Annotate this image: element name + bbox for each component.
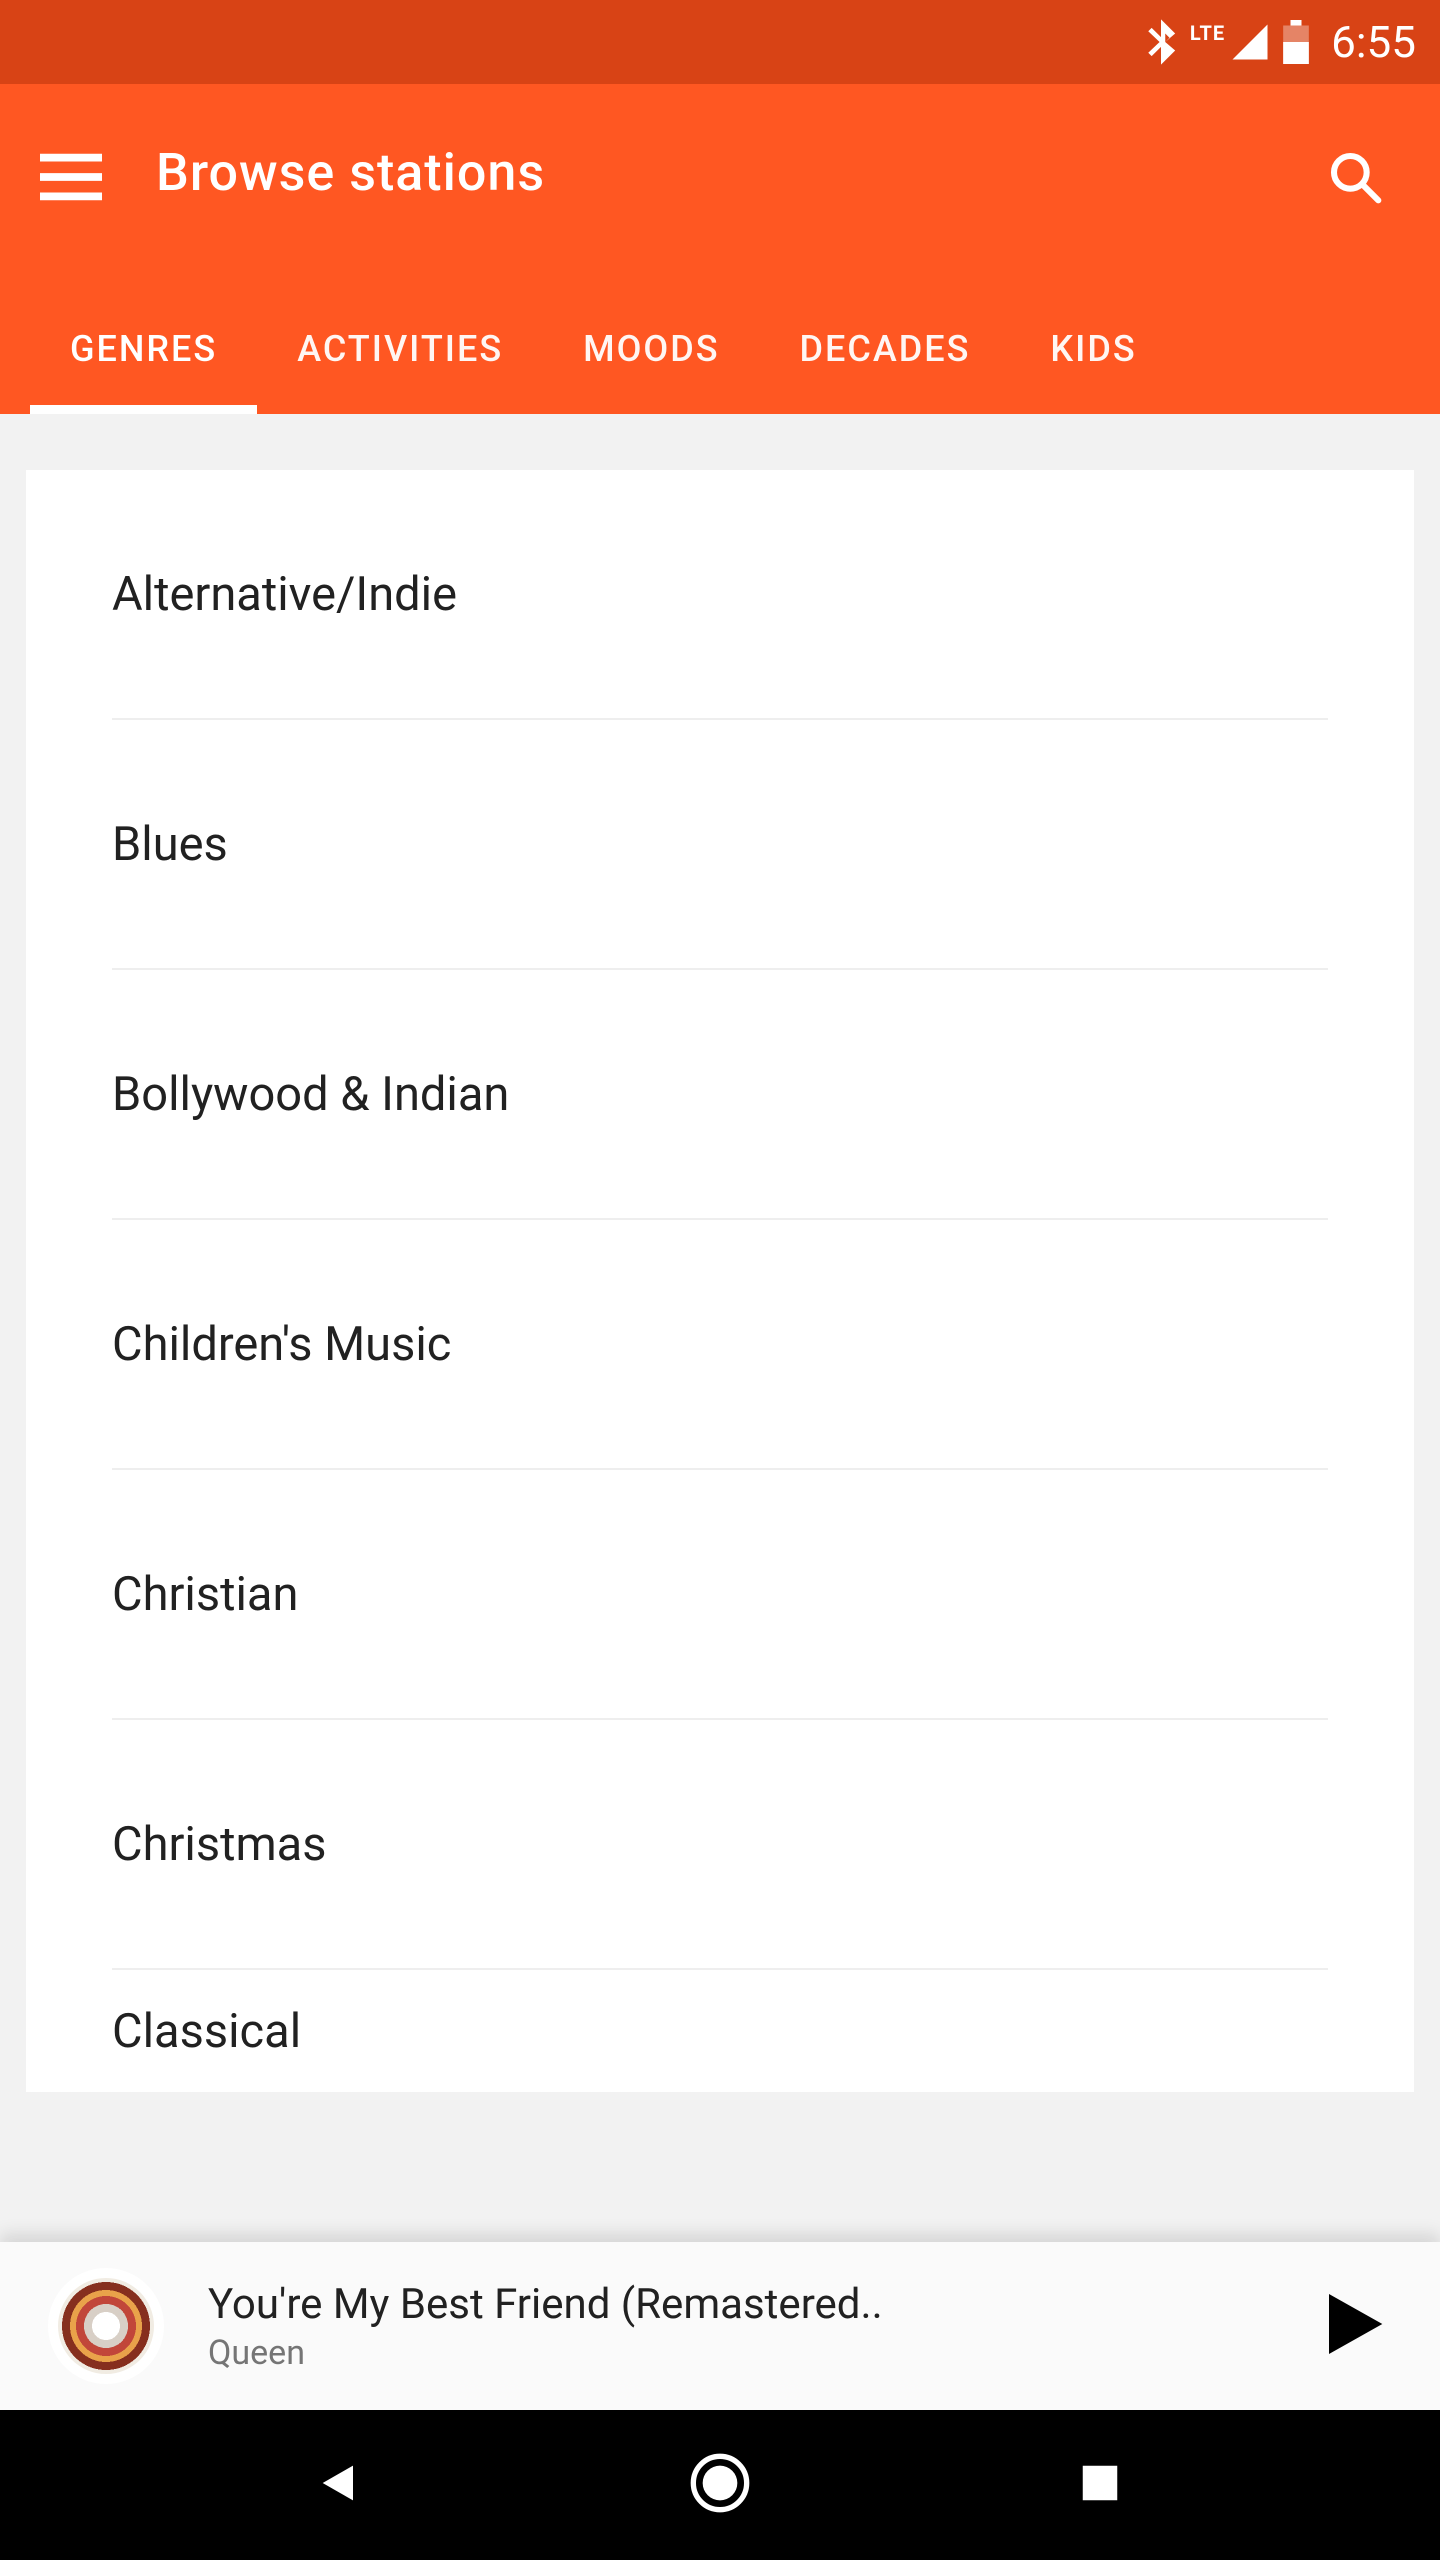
menu-button[interactable] bbox=[40, 134, 130, 224]
status-bar-right: LTE 6:55 bbox=[1144, 16, 1416, 68]
list-item-label: Christmas bbox=[112, 1817, 327, 1872]
list-item[interactable]: Christian bbox=[112, 1470, 1328, 1720]
tab-genres[interactable]: GENRES bbox=[30, 284, 257, 414]
system-nav-bar bbox=[0, 2410, 1440, 2560]
tab-decades[interactable]: DECADES bbox=[760, 284, 1011, 414]
back-icon bbox=[314, 2457, 366, 2513]
tab-moods[interactable]: MOODS bbox=[543, 284, 759, 414]
list-item-label: Classical bbox=[112, 2004, 301, 2059]
back-button[interactable] bbox=[300, 2445, 380, 2525]
list-item-label: Bollywood & Indian bbox=[112, 1067, 509, 1122]
tab-label: DECADES bbox=[800, 328, 971, 370]
album-art bbox=[48, 2268, 164, 2384]
list-item-label: Blues bbox=[112, 817, 228, 872]
list-item[interactable]: Alternative/Indie bbox=[112, 470, 1328, 720]
tab-label: MOODS bbox=[583, 328, 719, 370]
tabs: GENRES ACTIVITIES MOODS DECADES KIDS bbox=[0, 284, 1440, 414]
play-icon bbox=[1309, 2284, 1389, 2368]
app-bar-main: Browse stations bbox=[0, 84, 1440, 284]
list-item[interactable]: Classical bbox=[112, 1970, 1328, 2092]
now-playing-artist: Queen bbox=[208, 2333, 1274, 2373]
bluetooth-icon bbox=[1144, 19, 1178, 65]
network-label: LTE bbox=[1190, 21, 1225, 45]
tab-activities[interactable]: ACTIVITIES bbox=[257, 284, 543, 414]
content-area[interactable]: Alternative/Indie Blues Bollywood & Indi… bbox=[0, 414, 1440, 2242]
tab-kids[interactable]: KIDS bbox=[1010, 284, 1176, 414]
tab-label: ACTIVITIES bbox=[297, 328, 503, 370]
list-item-label: Christian bbox=[112, 1567, 298, 1622]
now-playing-bar[interactable]: You're My Best Friend (Remastered.. Quee… bbox=[0, 2242, 1440, 2410]
app-bar: Browse stations GENRES ACTIVITIES MOODS … bbox=[0, 84, 1440, 414]
list-item[interactable]: Bollywood & Indian bbox=[112, 970, 1328, 1220]
genre-list: Alternative/Indie Blues Bollywood & Indi… bbox=[26, 470, 1414, 2092]
now-playing-text: You're My Best Friend (Remastered.. Quee… bbox=[208, 2280, 1274, 2373]
signal-icon bbox=[1229, 21, 1271, 63]
search-icon bbox=[1327, 149, 1383, 209]
list-item[interactable]: Christmas bbox=[112, 1720, 1328, 1970]
home-icon bbox=[688, 2451, 752, 2519]
battery-icon bbox=[1283, 20, 1309, 64]
home-button[interactable] bbox=[680, 2445, 760, 2525]
list-item-label: Alternative/Indie bbox=[112, 567, 457, 622]
play-button[interactable] bbox=[1294, 2271, 1404, 2381]
page-title: Browse stations bbox=[156, 142, 545, 203]
status-bar-time: 6:55 bbox=[1331, 16, 1416, 68]
status-bar: LTE 6:55 bbox=[0, 0, 1440, 84]
menu-icon bbox=[40, 153, 102, 205]
now-playing-title: You're My Best Friend (Remastered.. bbox=[208, 2280, 1274, 2329]
list-item[interactable]: Children's Music bbox=[112, 1220, 1328, 1470]
list-item[interactable]: Blues bbox=[112, 720, 1328, 970]
search-button[interactable] bbox=[1310, 134, 1400, 224]
recent-button[interactable] bbox=[1060, 2445, 1140, 2525]
tab-label: KIDS bbox=[1050, 328, 1136, 370]
tab-label: GENRES bbox=[70, 328, 217, 370]
list-item-label: Children's Music bbox=[112, 1317, 451, 1372]
recent-icon bbox=[1077, 2460, 1123, 2510]
